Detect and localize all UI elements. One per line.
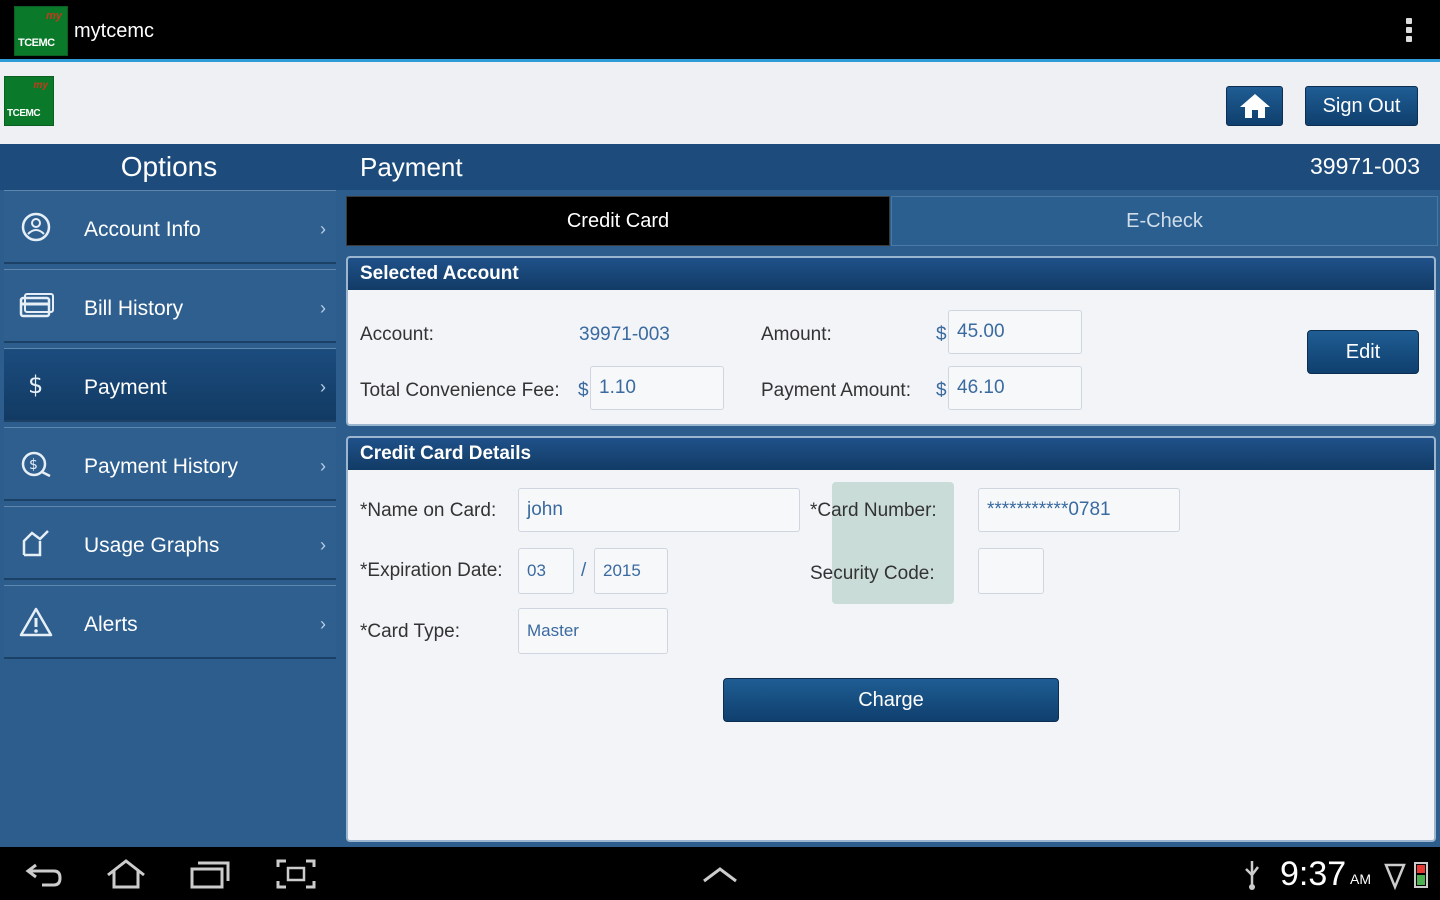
account-icon xyxy=(21,212,51,242)
payment-history-icon: $ xyxy=(21,451,51,478)
page-title: Payment xyxy=(360,152,463,182)
sidebar-item-label: Bill History xyxy=(84,297,184,320)
wifi-icon xyxy=(1384,863,1406,891)
card-number-input[interactable]: ***********0781 xyxy=(978,488,1180,532)
payment-amount-label: Payment Amount: xyxy=(761,380,911,401)
expiration-year-input[interactable]: 2015 xyxy=(594,548,668,594)
header: my TCEMC Sign Out xyxy=(0,62,1440,144)
alert-icon xyxy=(19,607,53,637)
chevron-up-icon[interactable] xyxy=(698,857,742,891)
credit-card-details-heading: Credit Card Details xyxy=(348,438,1434,470)
card-number-label: *Card Number: xyxy=(810,500,937,521)
card-type-select[interactable]: Master xyxy=(518,608,668,654)
convenience-fee-label: Total Convenience Fee: xyxy=(360,380,560,401)
back-icon[interactable] xyxy=(22,857,66,891)
name-on-card-input[interactable]: john xyxy=(518,488,800,532)
system-navigation-bar: 9:37 AM xyxy=(0,847,1440,900)
amount-currency: $ xyxy=(936,324,947,345)
security-code-label: Security Code: xyxy=(810,563,935,584)
chevron-right-icon: › xyxy=(320,456,326,476)
chevron-right-icon: › xyxy=(320,377,326,397)
chevron-right-icon: › xyxy=(320,219,326,239)
home-icon xyxy=(1239,94,1270,118)
clock-time: 9:37 xyxy=(1280,855,1347,893)
sidebar-item-payment[interactable]: $ Payment › xyxy=(4,348,336,422)
tab-e-check[interactable]: E-Check xyxy=(891,196,1438,246)
overflow-menu-icon[interactable] xyxy=(1404,18,1414,46)
battery-icon xyxy=(1414,862,1428,888)
svg-text:$: $ xyxy=(29,457,38,473)
sidebar-item-bill-history[interactable]: Bill History › xyxy=(4,269,336,343)
sidebar-title: Options xyxy=(0,144,338,190)
edit-button[interactable]: Edit xyxy=(1307,330,1419,374)
sidebar-item-label: Alerts xyxy=(84,613,138,636)
sidebar-item-label: Payment History xyxy=(84,455,239,478)
app-title: mytcemc xyxy=(74,20,154,42)
header-logo: my TCEMC xyxy=(4,76,54,126)
home-button[interactable] xyxy=(1226,86,1283,126)
security-code-input[interactable] xyxy=(978,548,1044,594)
credit-card-details-panel: Credit Card Details *Name on Card: john … xyxy=(346,436,1436,842)
account-value: 39971-003 xyxy=(579,324,670,345)
name-on-card-label: *Name on Card: xyxy=(360,500,497,521)
sidebar-item-usage-graphs[interactable]: Usage Graphs › xyxy=(4,506,336,580)
sidebar-item-account-info[interactable]: Account Info › xyxy=(4,190,336,264)
selected-account-heading: Selected Account xyxy=(348,258,1434,290)
payment-amount-currency: $ xyxy=(936,380,947,401)
content-title-bar: Payment 39971-003 xyxy=(338,144,1440,190)
action-bar: my TCEMC mytcemc xyxy=(0,0,1440,62)
app-logo: my TCEMC xyxy=(14,6,68,56)
fee-currency: $ xyxy=(578,380,589,401)
expiration-month-input[interactable]: 03 xyxy=(518,548,574,594)
logo-text: TCEMC xyxy=(7,108,41,119)
expiration-separator: / xyxy=(581,560,587,581)
bill-icon xyxy=(19,293,54,318)
chevron-right-icon: › xyxy=(320,614,326,634)
charge-button[interactable]: Charge xyxy=(723,678,1059,722)
convenience-fee-field[interactable]: 1.10 xyxy=(590,366,724,410)
logo-text: TCEMC xyxy=(18,37,55,49)
logo-my-text: my xyxy=(46,10,62,22)
amount-field[interactable]: 45.00 xyxy=(948,310,1082,354)
sidebar-item-label: Payment xyxy=(84,376,167,399)
amount-label: Amount: xyxy=(761,324,832,345)
screenshot-icon[interactable] xyxy=(274,857,318,891)
sidebar-item-alerts[interactable]: Alerts › xyxy=(4,585,336,659)
card-type-label: *Card Type: xyxy=(360,621,460,642)
payment-content: Payment 39971-003 Credit Card E-Check Se… xyxy=(338,144,1440,847)
chevron-right-icon: › xyxy=(320,535,326,555)
logo-my-text: my xyxy=(33,80,48,91)
chevron-right-icon: › xyxy=(320,298,326,318)
usb-icon xyxy=(1245,861,1259,890)
home-nav-icon[interactable] xyxy=(104,857,148,891)
expiration-date-label: *Expiration Date: xyxy=(360,560,503,581)
dollar-icon: $ xyxy=(28,371,43,399)
account-number: 39971-003 xyxy=(1310,153,1420,179)
payment-amount-field[interactable]: 46.10 xyxy=(948,366,1082,410)
sign-out-button[interactable]: Sign Out xyxy=(1305,86,1418,126)
sidebar-item-label: Account Info xyxy=(84,218,201,241)
sidebar-item-payment-history[interactable]: $ Payment History › xyxy=(4,427,336,501)
clock-ampm: AM xyxy=(1350,871,1371,887)
account-label: Account: xyxy=(360,324,434,345)
svg-text:$: $ xyxy=(28,371,43,399)
recent-apps-icon[interactable] xyxy=(188,857,232,891)
sidebar: Options Account Info › Bill History › $ … xyxy=(0,144,338,847)
selected-account-panel: Selected Account Account: 39971-003 Amou… xyxy=(346,256,1436,426)
sidebar-item-label: Usage Graphs xyxy=(84,534,220,557)
usage-graph-icon xyxy=(22,530,49,557)
tab-credit-card[interactable]: Credit Card xyxy=(346,196,890,246)
